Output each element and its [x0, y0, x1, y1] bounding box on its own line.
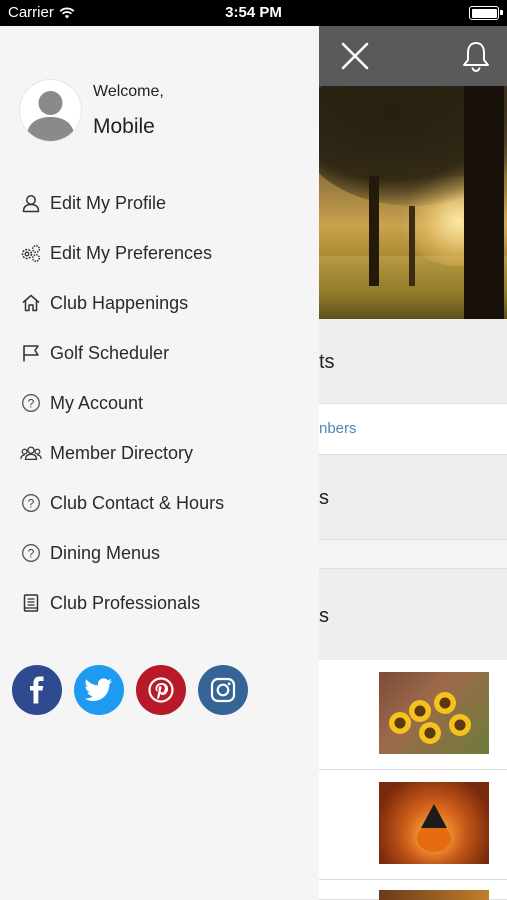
group-icon [20, 442, 42, 464]
menu-item-label: Member Directory [50, 442, 194, 463]
status-time: 3:54 PM [225, 4, 282, 21]
section-header-text: ts [319, 351, 335, 373]
members-link[interactable]: nbers [319, 420, 357, 437]
twitter-icon[interactable] [74, 665, 124, 715]
hero-tree-trunk [464, 86, 504, 319]
menu-item-label: Edit My Profile [50, 192, 167, 213]
battery-icon [469, 6, 503, 20]
list-item[interactable] [319, 660, 507, 770]
user-icon [20, 192, 42, 214]
thumbnail [379, 890, 489, 900]
pumpkin-thumbnail [379, 782, 489, 864]
top-bar [319, 26, 507, 86]
section-header-text: s [319, 605, 329, 627]
gears-icon [20, 242, 42, 264]
drawer-menu: Edit My Profile Edit My Preferences Club… [0, 178, 319, 628]
menu-item-dining-menus[interactable]: ? Dining Menus [0, 528, 319, 578]
user-avatar-icon [26, 91, 75, 141]
menu-item-label: Club Professionals [50, 592, 201, 613]
list-item[interactable] [319, 770, 507, 880]
menu-item-golf-scheduler[interactable]: Golf Scheduler [0, 328, 319, 378]
close-icon[interactable] [339, 40, 371, 72]
svg-text:?: ? [28, 396, 35, 410]
hero-tree [409, 206, 415, 286]
section-header[interactable]: s [319, 455, 507, 539]
section-header-text: s [319, 487, 329, 509]
menu-item-label: My Account [50, 392, 144, 413]
bell-icon[interactable] [461, 40, 491, 72]
menu-item-my-account[interactable]: ? My Account [0, 378, 319, 428]
facebook-icon[interactable] [12, 665, 62, 715]
pumpkin [417, 824, 451, 852]
menu-item-edit-profile[interactable]: Edit My Profile [0, 178, 319, 228]
instagram-icon[interactable] [198, 665, 248, 715]
svg-text:?: ? [28, 496, 35, 510]
hero-image [319, 86, 507, 319]
menu-item-club-contact-hours[interactable]: ? Club Contact & Hours [0, 478, 319, 528]
welcome-text: Welcome, [93, 83, 164, 100]
social-links [12, 665, 248, 715]
section-header[interactable]: ts [319, 319, 507, 403]
menu-item-club-happenings[interactable]: Club Happenings [0, 278, 319, 328]
svg-text:?: ? [28, 546, 35, 560]
question-icon: ? [20, 392, 42, 414]
menu-item-label: Club Happenings [50, 292, 189, 313]
home-icon [20, 292, 42, 314]
username: Mobile [93, 115, 155, 138]
menu-item-label: Club Contact & Hours [50, 492, 225, 513]
menu-item-label: Golf Scheduler [50, 342, 170, 363]
witch-hat [421, 804, 447, 828]
menu-item-label: Dining Menus [50, 542, 161, 563]
menu-item-member-directory[interactable]: Member Directory [0, 428, 319, 478]
book-icon [20, 592, 42, 614]
menu-item-edit-preferences[interactable]: Edit My Preferences [0, 228, 319, 278]
question-icon: ? [20, 542, 42, 564]
flag-icon [20, 342, 42, 364]
list-item[interactable] [319, 880, 507, 900]
members-link-row[interactable]: nbers [319, 403, 507, 455]
avatar[interactable] [20, 80, 81, 141]
hero-tree [369, 176, 379, 286]
pinterest-icon[interactable] [136, 665, 186, 715]
section-header[interactable]: s [319, 569, 507, 660]
question-icon: ? [20, 492, 42, 514]
menu-item-label: Edit My Preferences [50, 242, 213, 263]
side-drawer: Welcome, Mobile Edit My Profile Edit My … [0, 26, 319, 900]
section-divider [319, 539, 507, 569]
status-bar: Carrier 3:54 PM [0, 0, 507, 26]
menu-item-club-professionals[interactable]: Club Professionals [0, 578, 319, 628]
sunflower-thumbnail [379, 672, 489, 754]
